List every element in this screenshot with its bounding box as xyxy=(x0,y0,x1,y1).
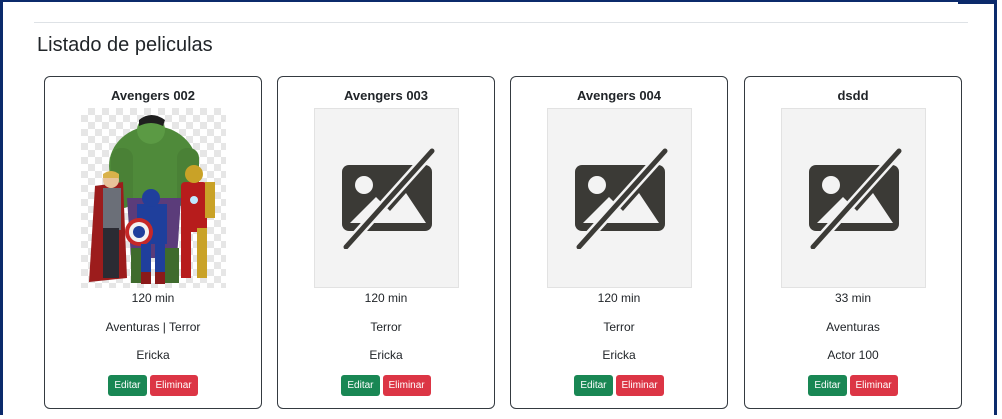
movie-poster-image xyxy=(81,108,226,288)
movie-genres: Terror xyxy=(370,320,402,334)
card-actions: Editar Eliminar xyxy=(745,375,961,396)
movie-genres: Terror xyxy=(603,320,635,334)
movie-card: Avengers 003 120 min Terror Ericka Edita… xyxy=(277,76,495,409)
movie-duration: 120 min xyxy=(597,291,641,305)
header-divider xyxy=(34,22,968,23)
delete-button[interactable]: Eliminar xyxy=(382,375,431,396)
no-image-icon xyxy=(575,147,669,249)
movie-poster-placeholder xyxy=(781,108,926,288)
movie-duration: 33 min xyxy=(834,291,872,305)
movie-card: Avengers 002 120 min Aventuras | Terror … xyxy=(44,76,262,409)
movie-genres: Aventuras xyxy=(826,320,880,334)
movie-genres: Aventuras | Terror xyxy=(105,320,201,334)
edit-button[interactable]: Editar xyxy=(808,375,847,396)
card-actions: Editar Eliminar xyxy=(278,375,494,396)
movie-card: Avengers 004 120 min Terror Ericka Edita… xyxy=(510,76,728,409)
edit-button[interactable]: Editar xyxy=(108,375,147,396)
movie-poster-placeholder xyxy=(547,108,692,288)
movie-title: dsdd xyxy=(837,88,869,103)
card-actions: Editar Eliminar xyxy=(511,375,727,396)
movie-duration: 120 min xyxy=(131,291,175,305)
movie-actor: Ericka xyxy=(136,348,170,362)
no-image-icon xyxy=(342,147,436,249)
movie-title: Avengers 002 xyxy=(110,88,196,103)
delete-button[interactable]: Eliminar xyxy=(615,375,664,396)
movie-actor: Actor 100 xyxy=(827,348,879,362)
movie-poster-placeholder xyxy=(314,108,459,288)
no-image-icon xyxy=(809,147,903,249)
movie-duration: 120 min xyxy=(364,291,408,305)
movie-title: Avengers 003 xyxy=(343,88,429,103)
card-actions: Editar Eliminar xyxy=(45,375,261,396)
avengers-poster-art xyxy=(89,115,215,284)
page-title: Listado de peliculas xyxy=(37,34,213,56)
movie-actor: Ericka xyxy=(369,348,403,362)
movie-title: Avengers 004 xyxy=(576,88,662,103)
movie-card: dsdd 33 min Aventuras Actor 100 Editar E… xyxy=(744,76,962,409)
frame-corner-tab xyxy=(958,0,994,4)
edit-button[interactable]: Editar xyxy=(341,375,380,396)
movie-actor: Ericka xyxy=(602,348,636,362)
edit-button[interactable]: Editar xyxy=(574,375,613,396)
delete-button[interactable]: Eliminar xyxy=(149,375,198,396)
delete-button[interactable]: Eliminar xyxy=(849,375,898,396)
